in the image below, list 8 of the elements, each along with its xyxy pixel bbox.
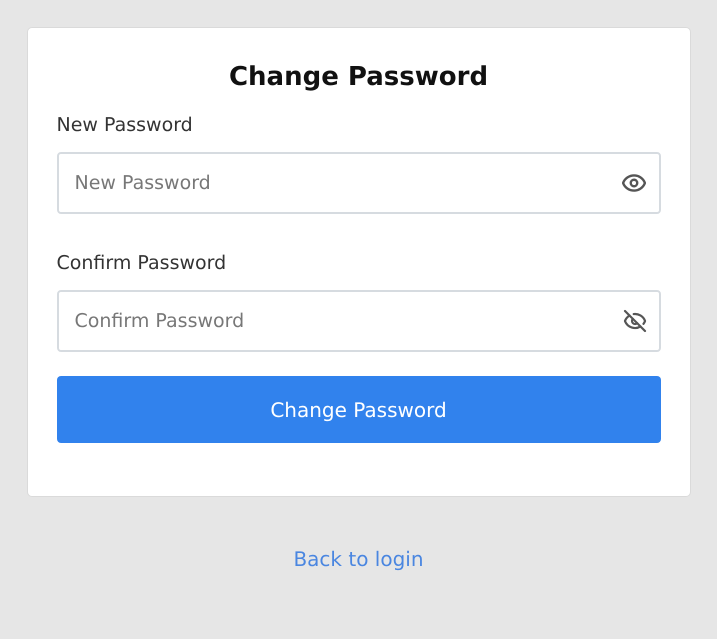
eye-off-icon[interactable] (622, 309, 646, 333)
field-label: New Password (56, 114, 194, 136)
field-label: Confirm Password (56, 252, 228, 274)
back-link[interactable]: Back to login (293, 547, 424, 571)
password-field[interactable]: New Password (56, 152, 660, 214)
submit-button[interactable]: Change Password (56, 376, 660, 443)
form-title: Change Password (228, 62, 490, 92)
password-field[interactable]: Confirm Password (56, 290, 660, 352)
